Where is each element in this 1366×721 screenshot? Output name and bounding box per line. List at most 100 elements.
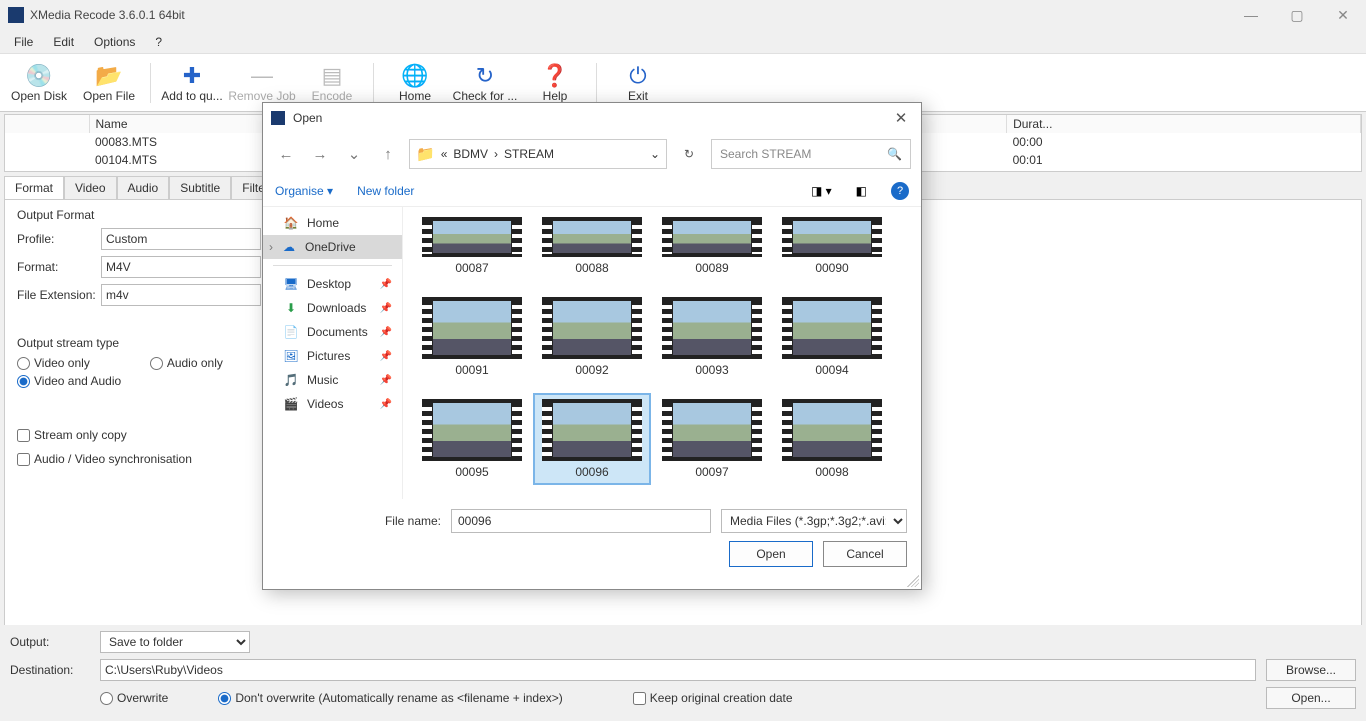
output-panel: Output: Save to folder Destination: Brow… bbox=[0, 625, 1366, 721]
file-thumb[interactable]: 00091 bbox=[413, 291, 531, 383]
pin-icon: 📌 bbox=[380, 399, 392, 410]
chevron-right-icon: › bbox=[269, 240, 273, 254]
menu-help[interactable]: ? bbox=[145, 31, 172, 53]
document-icon: 📄 bbox=[283, 325, 299, 339]
stream-copy-checkbox[interactable] bbox=[17, 429, 30, 442]
close-button[interactable]: ✕ bbox=[1320, 0, 1366, 30]
new-folder-button[interactable]: New folder bbox=[357, 184, 414, 198]
file-name: 00092 bbox=[575, 363, 608, 377]
file-name: 00097 bbox=[695, 465, 728, 479]
film-icon bbox=[782, 399, 882, 461]
tab-video[interactable]: Video bbox=[64, 176, 116, 199]
destination-input[interactable] bbox=[100, 659, 1256, 681]
av-sync-checkbox[interactable] bbox=[17, 453, 30, 466]
nav-pictures[interactable]: 🖼Pictures📌 bbox=[263, 344, 402, 368]
file-thumb[interactable]: 00097 bbox=[653, 393, 771, 485]
chevron-down-icon[interactable]: ⌄ bbox=[650, 147, 660, 161]
ext-select[interactable] bbox=[101, 284, 261, 306]
file-thumb[interactable]: 00089 bbox=[653, 211, 771, 281]
film-icon bbox=[662, 217, 762, 257]
separator bbox=[150, 63, 151, 103]
audio-only-radio[interactable] bbox=[150, 357, 163, 370]
breadcrumb[interactable]: 📁 « BDMV › STREAM ⌄ bbox=[409, 139, 667, 169]
tab-format[interactable]: Format bbox=[4, 176, 64, 199]
dont-overwrite-radio[interactable] bbox=[218, 692, 231, 705]
dest-label: Destination: bbox=[10, 663, 90, 677]
title-bar: XMedia Recode 3.6.0.1 64bit ― ▢ ✕ bbox=[0, 0, 1366, 30]
search-icon: 🔍 bbox=[887, 147, 902, 161]
file-thumb[interactable]: 00087 bbox=[413, 211, 531, 281]
video-audio-radio[interactable] bbox=[17, 375, 30, 388]
browse-button[interactable]: Browse... bbox=[1266, 659, 1356, 681]
tab-audio[interactable]: Audio bbox=[117, 176, 170, 199]
file-thumb[interactable]: 00096 bbox=[533, 393, 651, 485]
file-type-select[interactable]: Media Files (*.3gp;*.3g2;*.avi;) bbox=[721, 509, 907, 533]
nav-desktop[interactable]: 🖥Desktop📌 bbox=[263, 272, 402, 296]
open-dialog: Open ✕ ← → ⌄ ↑ 📁 « BDMV › STREAM ⌄ ↻ Sea… bbox=[262, 102, 922, 590]
file-thumb[interactable]: 00088 bbox=[533, 211, 651, 281]
pictures-icon: 🖼 bbox=[283, 349, 299, 363]
dialog-footer: File name: Media Files (*.3gp;*.3g2;*.av… bbox=[263, 499, 921, 589]
col-duration[interactable]: Durat... bbox=[1007, 115, 1361, 133]
file-thumb[interactable]: 00098 bbox=[773, 393, 891, 485]
file-thumb[interactable]: 00092 bbox=[533, 291, 651, 383]
dialog-close-button[interactable]: ✕ bbox=[881, 109, 921, 127]
menu-bar: File Edit Options ? bbox=[0, 30, 1366, 54]
dialog-open-button[interactable]: Open bbox=[729, 541, 813, 567]
nav-home[interactable]: 🏠Home bbox=[263, 211, 402, 235]
open-dest-button[interactable]: Open... bbox=[1266, 687, 1356, 709]
output-select[interactable]: Save to folder bbox=[100, 631, 250, 653]
file-name: 00094 bbox=[815, 363, 848, 377]
file-name-label: File name: bbox=[385, 514, 441, 528]
nav-documents[interactable]: 📄Documents📌 bbox=[263, 320, 402, 344]
film-icon bbox=[662, 297, 762, 359]
file-thumb[interactable]: 00094 bbox=[773, 291, 891, 383]
organise-button[interactable]: Organise ▾ bbox=[275, 184, 333, 198]
file-thumb[interactable]: 00095 bbox=[413, 393, 531, 485]
nav-downloads[interactable]: ⬇Downloads📌 bbox=[263, 296, 402, 320]
nav-forward-button[interactable]: → bbox=[307, 146, 333, 163]
nav-videos[interactable]: 🎬Videos📌 bbox=[263, 392, 402, 416]
file-thumb[interactable]: 00093 bbox=[653, 291, 771, 383]
menu-file[interactable]: File bbox=[4, 31, 43, 53]
dialog-cancel-button[interactable]: Cancel bbox=[823, 541, 907, 567]
view-mode-button[interactable]: ◨ ▾ bbox=[811, 184, 832, 198]
dialog-help-button[interactable]: ? bbox=[891, 182, 909, 200]
file-name: 00090 bbox=[815, 261, 848, 275]
nav-up-button[interactable]: ↑ bbox=[375, 146, 401, 163]
file-name: 00098 bbox=[815, 465, 848, 479]
film-icon bbox=[662, 399, 762, 461]
file-name: 00087 bbox=[455, 261, 488, 275]
file-thumb[interactable]: 00090 bbox=[773, 211, 891, 281]
keep-date-checkbox[interactable] bbox=[633, 692, 646, 705]
format-label: Format: bbox=[17, 260, 101, 274]
resize-grip[interactable] bbox=[907, 575, 919, 587]
nav-recent-button[interactable]: ⌄ bbox=[341, 145, 367, 163]
folder-open-icon: 📂 bbox=[95, 63, 122, 89]
menu-edit[interactable]: Edit bbox=[43, 31, 84, 53]
search-input[interactable]: Search STREAM 🔍 bbox=[711, 139, 911, 169]
nav-back-button[interactable]: ← bbox=[273, 146, 299, 163]
question-icon: ❓ bbox=[541, 63, 568, 89]
tab-subtitle[interactable]: Subtitle bbox=[169, 176, 231, 199]
refresh-button[interactable]: ↻ bbox=[675, 147, 703, 161]
profile-select[interactable] bbox=[101, 228, 261, 250]
open-disk-button[interactable]: 💿Open Disk bbox=[4, 56, 74, 110]
file-grid[interactable]: 00087 0008800089 00090 00091 00092 00093 00094… bbox=[403, 207, 921, 499]
open-file-button[interactable]: 📂Open File bbox=[74, 56, 144, 110]
film-icon bbox=[782, 217, 882, 257]
menu-options[interactable]: Options bbox=[84, 31, 145, 53]
folder-icon: 📁 bbox=[416, 145, 435, 163]
app-icon bbox=[8, 7, 24, 23]
video-only-radio[interactable] bbox=[17, 357, 30, 370]
minimize-button[interactable]: ― bbox=[1228, 0, 1274, 30]
nav-onedrive[interactable]: ›☁OneDrive bbox=[263, 235, 402, 259]
nav-music[interactable]: 🎵Music📌 bbox=[263, 368, 402, 392]
preview-pane-button[interactable]: ◧ bbox=[856, 184, 867, 198]
format-select[interactable] bbox=[101, 256, 261, 278]
dialog-toolbar: Organise ▾ New folder ◨ ▾ ◧ ? bbox=[263, 175, 921, 207]
overwrite-radio[interactable] bbox=[100, 692, 113, 705]
add-to-queue-button[interactable]: ✚Add to qu... bbox=[157, 56, 227, 110]
file-name-input[interactable] bbox=[451, 509, 711, 533]
maximize-button[interactable]: ▢ bbox=[1274, 0, 1320, 30]
